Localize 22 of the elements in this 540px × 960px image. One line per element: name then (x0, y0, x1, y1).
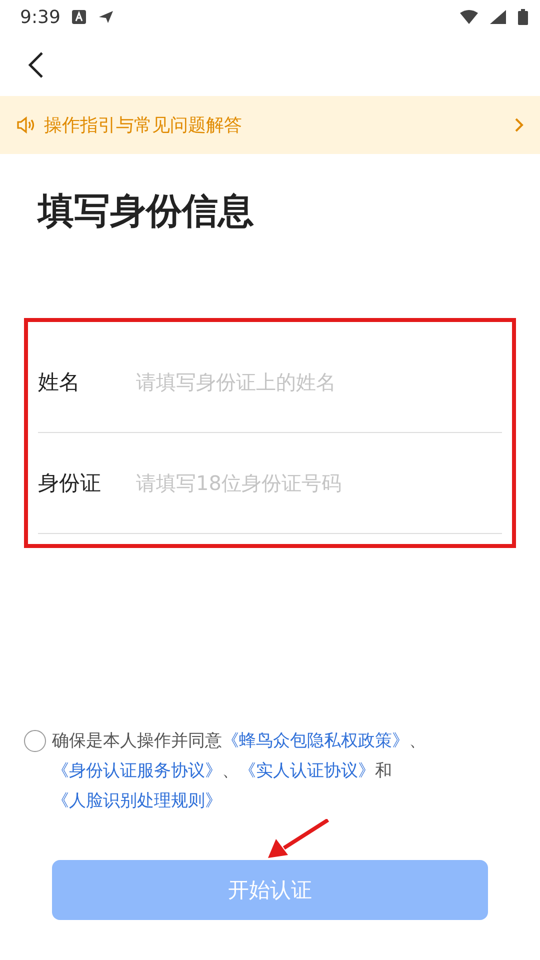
notification-icon (72, 10, 86, 24)
speaker-icon (16, 116, 36, 134)
back-icon[interactable] (28, 51, 44, 79)
status-time: 9:39 (20, 6, 60, 28)
field-label: 身份证 (38, 470, 102, 497)
chevron-right-icon (514, 117, 524, 133)
guide-banner[interactable]: 操作指引与常见问题解答 (0, 96, 540, 154)
field-label: 姓名 (38, 369, 81, 396)
input-field[interactable]: 请填写身份证上的姓名 (134, 361, 502, 403)
battery-icon (518, 9, 528, 25)
agree-checkbox[interactable] (24, 730, 46, 752)
agreement-link[interactable]: 《身份认证服务协议》 (52, 761, 222, 781)
signal-icon (490, 10, 506, 24)
agreement-link[interactable]: 《人脸识别处理规则》 (52, 791, 222, 811)
page-title: 填写身份信息 (38, 190, 255, 234)
plane-icon (98, 10, 114, 24)
agreement-link[interactable]: 《蜂鸟众包隐私权政策》 (222, 731, 409, 751)
agreement-text: 确保是本人操作并同意《蜂鸟众包隐私权政策》、 《身份认证服务协议》、《实人认证协议》和 《人脸识别处理规则》 (52, 730, 427, 813)
agreement-link[interactable]: 《实人认证协议》 (239, 761, 375, 781)
wifi-icon (460, 10, 478, 24)
guide-text: 操作指引与常见问题解答 (44, 114, 243, 137)
input-field[interactable]: 请填写18位身份证号码 (134, 462, 502, 504)
